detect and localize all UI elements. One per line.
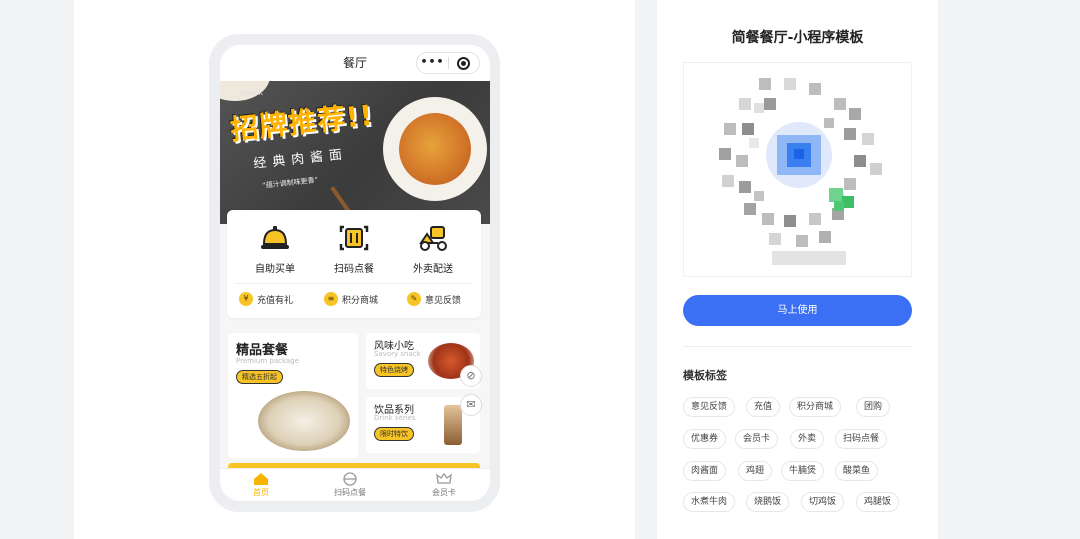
function-card: 自助买单 扫码点餐 外卖配送 ¥ 充值有礼 ≡ 积分商城 ✎ 意见反馈 <box>227 210 481 318</box>
feedback-label: 意见反馈 <box>425 295 462 306</box>
tag-chip[interactable]: 积分商城 <box>789 397 842 417</box>
tag-chip[interactable]: 牛腩煲 <box>781 461 825 481</box>
tab-home[interactable]: 首页 <box>221 472 301 498</box>
tags-heading: 模板标签 <box>683 369 727 382</box>
delivery-button[interactable]: 外卖配送 <box>393 224 473 275</box>
card-subtitle: Drink series <box>374 414 416 422</box>
drink-image <box>444 405 462 445</box>
tag-chip[interactable]: 肉酱面 <box>683 461 727 481</box>
card-subtitle: Savory snack <box>374 350 421 358</box>
tag-chip[interactable]: 水煮牛肉 <box>683 492 736 512</box>
function-label: 扫码点餐 <box>334 264 374 275</box>
divider <box>683 346 912 347</box>
tab-member-card[interactable]: 会员卡 <box>404 472 484 498</box>
mini-program-navbar: 餐厅 ••• <box>220 45 490 81</box>
function-label: 自助买单 <box>255 264 295 275</box>
function-label: 外卖配送 <box>413 264 453 275</box>
recharge-label: 充值有礼 <box>257 295 294 306</box>
tag-chip[interactable]: 团购 <box>856 397 891 417</box>
tab-label: 会员卡 <box>432 488 456 497</box>
capsule-divider <box>448 57 449 69</box>
promo-banner[interactable]: snack 招牌推荐!! 经典肉酱面 “蕴汁调制味更香” <box>220 81 490 224</box>
banner-small-text: snack <box>240 88 264 97</box>
more-icon[interactable]: ••• <box>417 55 448 68</box>
qr-code-image <box>719 78 882 247</box>
home-icon <box>254 473 268 485</box>
feedback-icon: ✎ <box>407 292 421 306</box>
capsule-menu[interactable]: ••• <box>416 52 480 74</box>
crown-icon <box>436 472 452 484</box>
scan-code-icon <box>339 225 369 251</box>
recharge-link[interactable]: ¥ 充值有礼 <box>239 292 293 306</box>
points-label: 积分商城 <box>342 295 379 306</box>
tag-chip[interactable]: 烧鹅饭 <box>746 492 790 512</box>
premium-package-card[interactable]: 精品套餐 Premium package 精选五折起 <box>228 333 358 458</box>
tab-label: 首页 <box>253 488 269 497</box>
close-target-icon[interactable] <box>457 57 470 70</box>
tag-chip[interactable]: 会员卡 <box>735 429 779 449</box>
scan-order-button[interactable]: 扫码点餐 <box>314 224 394 275</box>
tag-chip[interactable]: 酸菜鱼 <box>835 461 879 481</box>
card-title: 精品套餐 <box>236 343 289 358</box>
category-cards: 精品套餐 Premium package 精选五折起 风味小吃 Savory s… <box>220 327 490 459</box>
banner-subtitle: 经典肉酱面 <box>252 147 349 172</box>
phone-mockup: 餐厅 ••• snack 招牌推荐!! 经典肉酱面 “蕴汁调制味更香” 自助买单… <box>209 34 500 512</box>
template-info-panel: 简餐餐厅-小程序模板 马上使用 模板标签 意见反馈 充值 积分商城 团购 优惠券… <box>657 0 938 539</box>
qr-code <box>683 62 912 277</box>
pasta-plate-image <box>383 97 487 201</box>
tag-chip[interactable]: 充值 <box>746 397 781 417</box>
phone-screen: 餐厅 ••• snack 招牌推荐!! 经典肉酱面 “蕴汁调制味更香” 自助买单… <box>220 45 490 501</box>
points-mall-link[interactable]: ≡ 积分商城 <box>324 292 378 306</box>
meal-set-image <box>258 391 350 451</box>
chat-service-icon[interactable]: ✉ <box>460 394 482 416</box>
tag-chip[interactable]: 意见反馈 <box>683 397 736 417</box>
banner-title: 招牌推荐!! <box>228 98 376 147</box>
tab-scan-order[interactable]: 扫码点餐 <box>310 472 390 498</box>
qr-caption-blurred <box>772 251 846 265</box>
tag-chip[interactable]: 鸡腿饭 <box>856 492 900 512</box>
link-share-icon[interactable]: ⊘ <box>460 365 482 387</box>
template-title: 简餐餐厅-小程序模板 <box>731 30 864 46</box>
tag-chip[interactable]: 外卖 <box>790 429 825 449</box>
card-tag: 精选五折起 <box>236 370 283 384</box>
serving-bell-icon <box>261 226 289 249</box>
tag-chip[interactable]: 切鸡饭 <box>801 492 845 512</box>
use-now-button[interactable]: 马上使用 <box>683 295 912 326</box>
tab-bar: 首页 扫码点餐 会员卡 <box>220 468 490 501</box>
preview-panel: 餐厅 ••• snack 招牌推荐!! 经典肉酱面 “蕴汁调制味更香” 自助买单… <box>74 0 635 539</box>
scan-icon <box>343 472 357 486</box>
tab-label: 扫码点餐 <box>334 488 366 497</box>
feedback-link[interactable]: ✎ 意见反馈 <box>407 292 461 306</box>
divider <box>235 283 473 284</box>
delivery-scooter-icon <box>419 226 447 251</box>
card-subtitle: Premium package <box>236 357 299 365</box>
recharge-icon: ¥ <box>239 292 253 306</box>
self-checkout-button[interactable]: 自助买单 <box>235 224 315 275</box>
points-icon: ≡ <box>324 292 338 306</box>
tag-chip[interactable]: 鸡翅 <box>738 461 773 481</box>
banner-tagline: “蕴汁调制味更香” <box>261 176 319 190</box>
tag-chip[interactable]: 扫码点餐 <box>835 429 888 449</box>
card-tag: 特色烧烤 <box>374 363 414 377</box>
card-tag: 限时特饮 <box>374 427 414 441</box>
tag-chip[interactable]: 优惠券 <box>683 429 727 449</box>
